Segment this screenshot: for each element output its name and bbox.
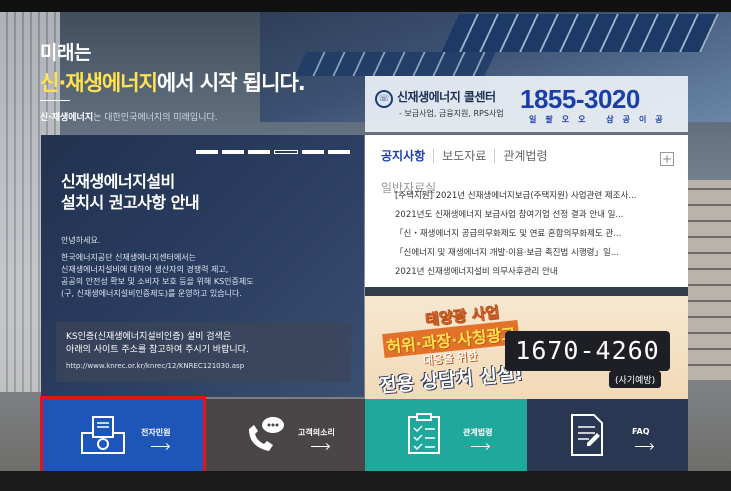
building-image	[688, 180, 731, 380]
notice-tabs: 공지사항 보도자료 관계법령	[381, 149, 564, 163]
hero-divider	[40, 100, 70, 101]
notice-item[interactable]: 「신에너지 및 재생에너지 개발·이용·보급 촉진법 시행령」일...	[395, 244, 683, 263]
call-center-number[interactable]: 1855-3020	[520, 84, 640, 115]
ks-certification-box: KS인증(신재생에너지설비인증) 설비 검색은 아래의 사이트 주소를 참고하여…	[56, 322, 351, 382]
highlight-box	[40, 396, 206, 477]
tile-faq[interactable]: FAQ	[527, 399, 688, 471]
bottom-edge	[0, 471, 731, 491]
call-center-subtitle: - 보급사업, 금융지원, RPS사업	[399, 109, 504, 118]
info-title-line1: 신재생에너지설비	[61, 172, 175, 191]
notice-list: [주택지원] 2021년 신재생에너지보급(주택지원) 사업관련 제조사... …	[395, 187, 683, 282]
slide-indicator[interactable]	[196, 150, 218, 154]
ks-url-link[interactable]: http://www.knrec.or.kr/knrec/12/KNREC121…	[66, 362, 244, 370]
ks-text: KS인증(신재생에너지설비인증) 설비 검색은 아래의 사이트 주소를 참고하여…	[66, 331, 249, 357]
tile-label: FAQ	[632, 427, 650, 436]
hero-line2: 신·재생에너지에서 시작 됩니다.	[40, 67, 306, 97]
phone-icon: ☏	[375, 90, 393, 108]
ks-line1: KS인증(신재생에너지설비인증) 설비 검색은	[66, 332, 232, 342]
info-greeting: 안녕하세요.	[61, 236, 101, 245]
faq-document-icon	[571, 414, 603, 456]
banner-tag: (사기예방)	[609, 371, 662, 388]
tile-customer-voice[interactable]: 고객의소리	[203, 399, 365, 471]
slider-indicators[interactable]	[196, 150, 350, 154]
solar-panel-image	[294, 52, 496, 76]
call-center-number-korean: 일팔오오 삼공이공	[529, 115, 672, 124]
ks-line2: 아래의 사이트 주소를 참고하여 주시기 바랍니다.	[66, 345, 249, 355]
notice-item[interactable]: [주택지원] 2021년 신재생에너지보급(주택지원) 사업관련 제조사...	[395, 187, 683, 206]
info-body-line: 한국에너지공단 신재생에너지센터에서는	[61, 253, 197, 262]
call-center-title: 신재생에너지 콜센터	[397, 90, 496, 104]
installation-notice-card[interactable]: 신재생에너지설비 설치시 권고사항 안내 안녕하세요. 한국에너지공단 신재생에…	[41, 135, 364, 397]
tile-laws[interactable]: 관계법령	[365, 399, 527, 471]
tile-label: 관계법령	[463, 428, 493, 437]
more-button[interactable]: +	[660, 152, 674, 166]
hero-sub-bold: 신·재생에너지	[40, 113, 94, 123]
slide-indicator-active[interactable]	[274, 150, 298, 154]
hero-subtitle: 신·재생에너지는 대한민국에너지의 미래입니다.	[40, 110, 218, 123]
slide-indicator[interactable]	[328, 150, 350, 154]
top-edge	[0, 0, 731, 12]
phone-chat-icon	[249, 417, 284, 451]
notice-board: 공지사항 보도자료 관계법령 일반자료실 + [주택지원] 2021년 신재생에…	[365, 135, 688, 287]
fraud-prevention-banner[interactable]: 태양광 사업 허위·과장·사칭광고 대응을 위한 전용 상담처 신설! 1670…	[365, 287, 688, 399]
banner-phone: 1670-4260	[505, 331, 670, 371]
arrow-right-icon	[471, 446, 489, 447]
slide-indicator[interactable]	[302, 150, 324, 154]
slide-indicator[interactable]	[248, 150, 270, 154]
hero-heading: 미래는 신·재생에너지에서 시작 됩니다.	[40, 38, 306, 97]
call-center-box: ☏ 신재생에너지 콜센터 - 보급사업, 금융지원, RPS사업 1855-30…	[365, 76, 688, 132]
notice-item[interactable]: 2021년도 신재생에너지 보급사업 참여기업 선정 결과 안내 일...	[395, 206, 683, 225]
info-body-line: 공공의 안전성 확보 및 소비자 보호 등을 위해 KS인증제도	[61, 277, 254, 286]
info-body-line: 신재생에너지설비에 대하여 생산자의 경쟁력 제고,	[61, 265, 229, 274]
banner-top-bar	[365, 287, 688, 296]
banner-line4: 전용 상담처 신설!	[378, 362, 525, 398]
checklist-icon	[408, 413, 440, 454]
info-card-title: 신재생에너지설비 설치시 권고사항 안내	[61, 171, 200, 213]
tab-press[interactable]: 보도자료	[442, 149, 496, 163]
info-title-line2: 설치시 권고사항 안내	[61, 193, 200, 212]
tile-label: 고객의소리	[298, 428, 335, 437]
tab-laws[interactable]: 관계법령	[503, 149, 555, 163]
arrow-right-icon	[311, 446, 329, 447]
hero-line2-rest: 에서 시작 됩니다.	[156, 71, 306, 95]
solar-panel-image	[441, 14, 719, 52]
hero-highlight: 신·재생에너지	[40, 71, 158, 95]
info-body-line: (구, 신재생에너지설비인증제도)를 운영하고 있습니다.	[61, 289, 242, 298]
hero-line1: 미래는	[40, 42, 91, 64]
notice-item[interactable]: 「신・재생에너지 공급의무화제도 및 연료 혼합의무화제도 관...	[395, 225, 683, 244]
hero-sub-rest: 는 대한민국에너지의 미래입니다.	[93, 113, 218, 123]
info-body: 한국에너지공단 신재생에너지센터에서는 신재생에너지설비에 대하여 생산자의 경…	[61, 252, 351, 300]
notice-item[interactable]: 2021년 신재생에너지설비 의무사후관리 안내	[395, 263, 683, 282]
tab-notices[interactable]: 공지사항	[381, 149, 435, 163]
slide-indicator[interactable]	[222, 150, 244, 154]
arrow-right-icon	[635, 446, 653, 447]
